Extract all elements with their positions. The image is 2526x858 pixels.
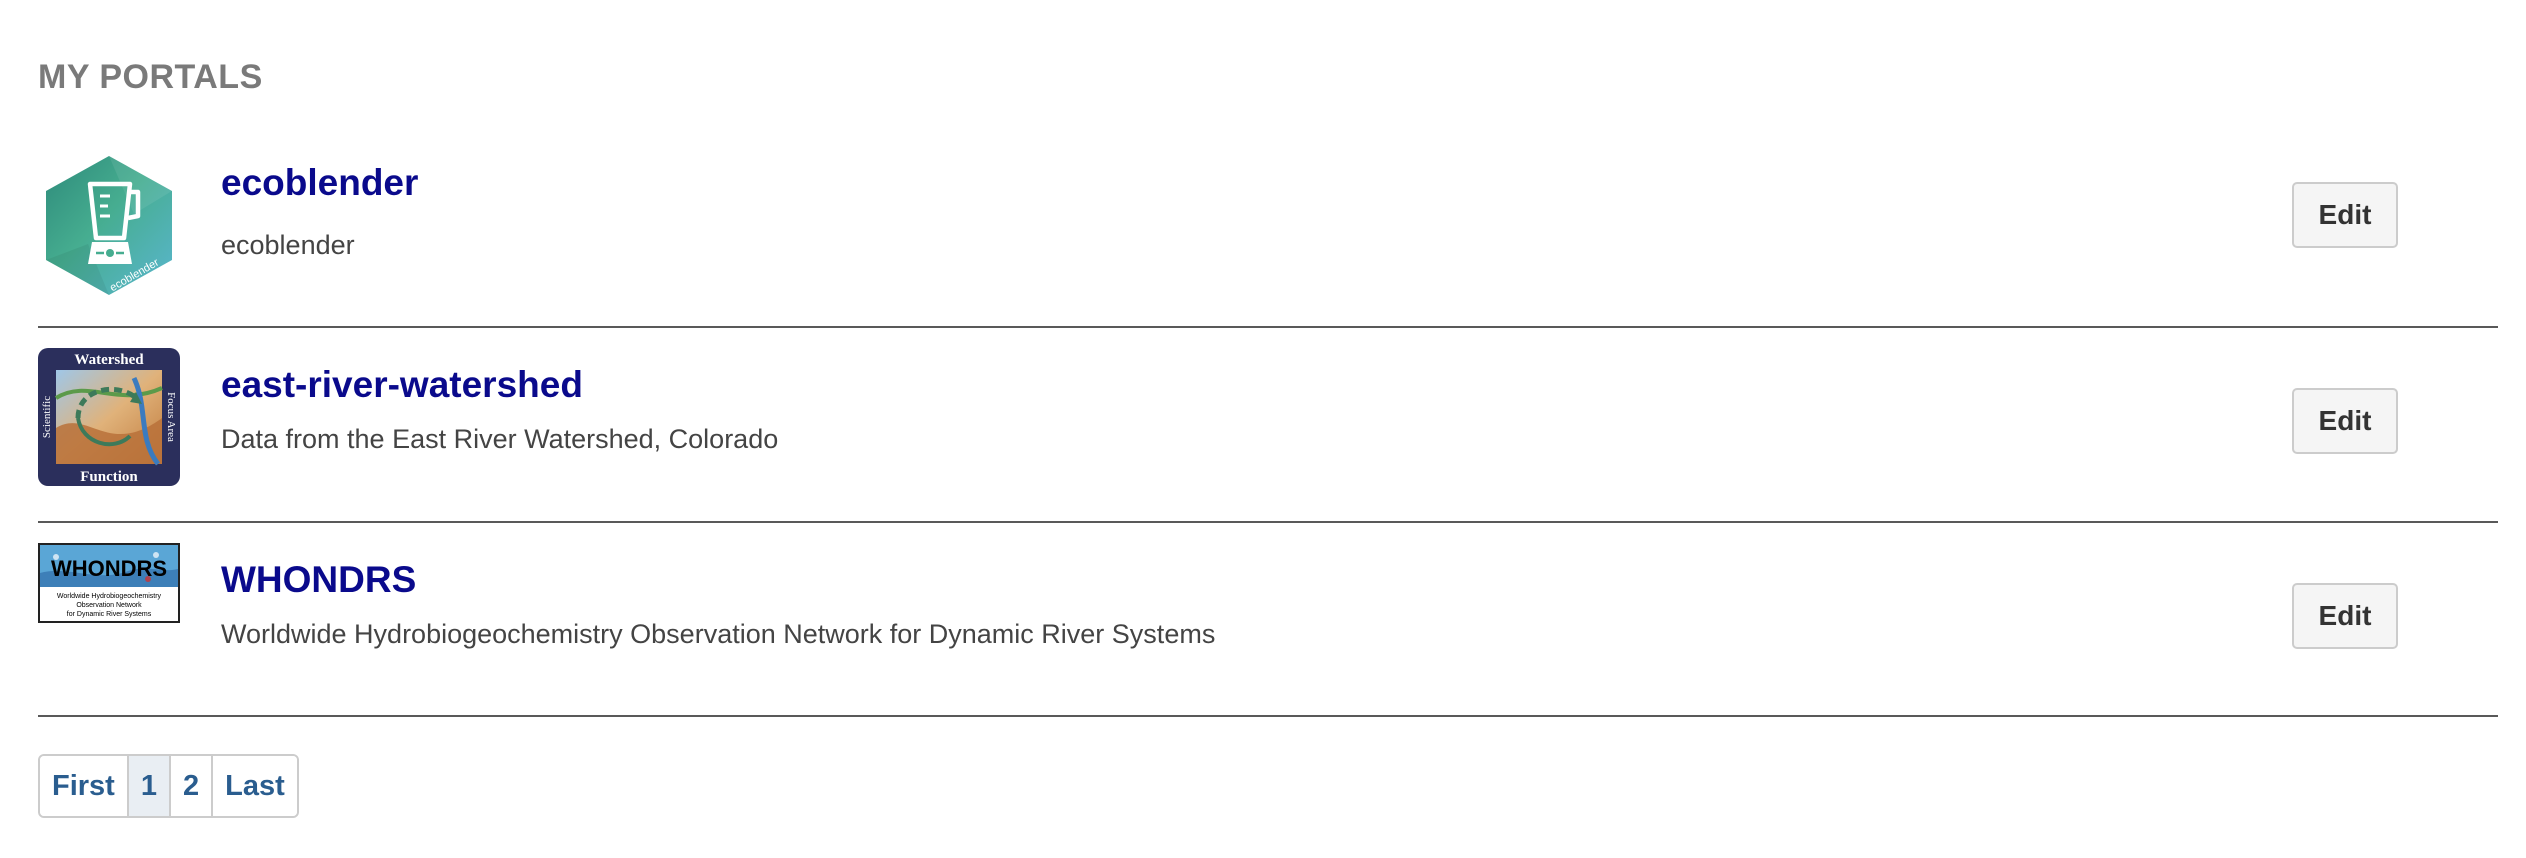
- watershed-logo[interactable]: Watershed Function Scientific Focus Area: [38, 348, 180, 486]
- edit-button[interactable]: Edit: [2292, 583, 2398, 649]
- logo-right-text: Focus Area: [165, 392, 177, 442]
- portal-row: WHONDRS Worldwide Hydrobiogeochemistry O…: [38, 523, 2498, 717]
- logo-bottom-text: Function: [80, 469, 138, 485]
- portal-row: ecoblender ecoblender ecoblender Edit: [38, 130, 2498, 328]
- logo-line1-text: Worldwide Hydrobiogeochemistry: [57, 593, 162, 600]
- portal-description: ecoblender: [221, 230, 355, 260]
- blender-hexagon-logo[interactable]: ecoblender: [38, 154, 180, 296]
- portal-name-link[interactable]: ecoblender: [221, 162, 418, 204]
- portal-description: Data from the East River Watershed, Colo…: [221, 424, 779, 454]
- portal-name-link[interactable]: east-river-watershed: [221, 364, 583, 406]
- logo-line2-text: Observation Network: [76, 602, 142, 609]
- whondrs-logo[interactable]: WHONDRS Worldwide Hydrobiogeochemistry O…: [38, 543, 180, 623]
- logo-top-text: Watershed: [74, 352, 144, 368]
- pagination-page-1[interactable]: 1: [126, 756, 169, 816]
- whondrs-logo-graphic: WHONDRS Worldwide Hydrobiogeochemistry O…: [38, 543, 180, 623]
- portal-row: Watershed Function Scientific Focus Area…: [38, 328, 2498, 523]
- pagination-first[interactable]: First: [40, 756, 127, 816]
- logo-title-text: WHONDRS: [51, 556, 167, 581]
- portal-name-link[interactable]: WHONDRS: [221, 559, 416, 601]
- pagination-last[interactable]: Last: [211, 756, 297, 816]
- watershed-logo-graphic: Watershed Function Scientific Focus Area: [38, 348, 180, 486]
- portal-description: Worldwide Hydrobiogeochemistry Observati…: [221, 619, 1216, 649]
- blender-hexagon-logo-graphic: ecoblender: [46, 156, 172, 295]
- logo-line3-text: for Dynamic River Systems: [67, 611, 152, 618]
- portal-list: ecoblender ecoblender ecoblender Edit Wa…: [38, 130, 2498, 717]
- pagination: First 1 2 Last: [38, 754, 299, 818]
- edit-button[interactable]: Edit: [2292, 388, 2398, 454]
- logo-left-text: Scientific: [41, 396, 53, 438]
- edit-button[interactable]: Edit: [2292, 182, 2398, 248]
- pagination-page-2[interactable]: 2: [168, 756, 212, 816]
- section-title: MY PORTALS: [38, 58, 263, 96]
